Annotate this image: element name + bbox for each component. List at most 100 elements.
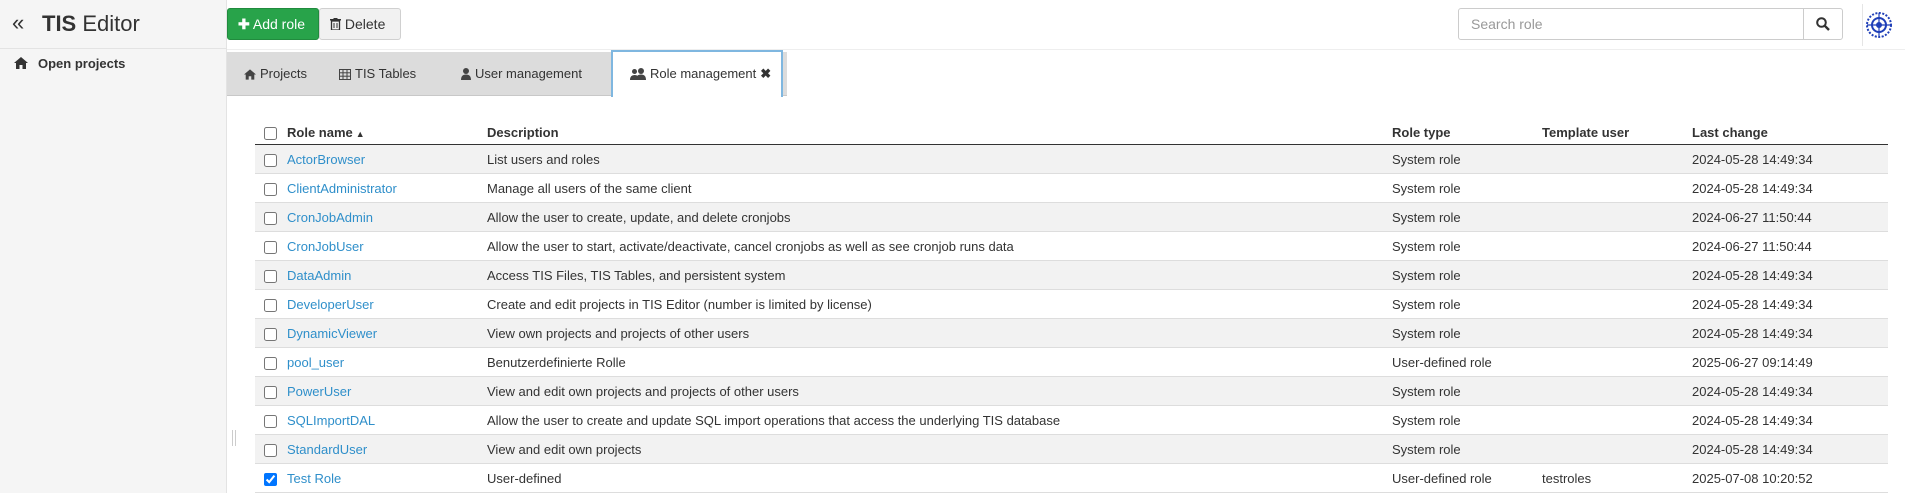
row-select-cell [255,289,284,319]
double-chevron-left-icon[interactable]: « [12,12,24,34]
add-role-button[interactable]: ✚ Add role [227,8,319,40]
close-icon[interactable]: ✖ [760,66,771,81]
description-cell: Manage all users of the same client [484,173,1389,203]
table-row[interactable]: CronJobAdmin Allow the user to create, up… [255,202,1888,232]
column-header-role-name[interactable]: Role name ▲ [284,121,484,145]
role-name-cell: PowerUser [284,376,484,406]
role-name-cell: ActorBrowser [284,144,484,174]
role-name-link[interactable]: StandardUser [287,442,367,457]
role-name-link[interactable]: PowerUser [287,384,351,399]
row-checkbox[interactable] [264,356,277,370]
row-select-cell [255,173,284,203]
last-change-cell: 2024-05-28 14:49:34 [1689,405,1888,435]
brand-header: « TIS Editor [0,0,227,49]
role-type-cell: System role [1389,144,1539,174]
row-checkbox[interactable] [264,385,277,399]
table-row[interactable]: ActorBrowser List users and roles System r… [255,144,1888,174]
role-name-link[interactable]: CronJobUser [287,239,364,254]
role-name-link[interactable]: ActorBrowser [287,152,365,167]
row-checkbox[interactable] [264,414,277,428]
tab-tis-tables[interactable]: TIS Tables [339,52,416,95]
row-select-cell [255,144,284,174]
panel-splitter[interactable] [232,430,236,446]
description-cell: Create and edit projects in TIS Editor (… [484,289,1389,319]
role-name-cell: DeveloperUser [284,289,484,319]
role-name-cell: pool_user [284,347,484,377]
tab-projects[interactable]: Projects [244,52,307,95]
row-checkbox[interactable] [264,443,277,457]
role-type-cell: System role [1389,289,1539,319]
template-user-cell [1539,144,1689,174]
table-row[interactable]: PowerUser View and edit own projects and … [255,376,1888,406]
row-checkbox[interactable] [264,182,277,196]
tab-label: TIS Tables [355,66,417,81]
role-type-cell: System role [1389,260,1539,290]
toolbar-divider [1862,4,1863,46]
row-checkbox[interactable] [264,153,277,167]
column-header-last-change[interactable]: Last change [1689,121,1888,145]
table-header-row: Role name ▲ Description Role type Templat… [255,121,1888,145]
column-label: Role name [287,125,353,140]
table-row[interactable]: SQLImportDAL Allow the user to create and… [255,405,1888,435]
company-logo-icon[interactable] [1865,11,1893,39]
role-name-link[interactable]: DataAdmin [287,268,351,283]
role-name-link[interactable]: Test Role [287,471,341,486]
last-change-cell: 2024-06-27 11:50:44 [1689,202,1888,232]
role-name-link[interactable]: DeveloperUser [287,297,374,312]
toolbar: ✚ Add role Delete [227,0,1905,50]
row-select-cell [255,405,284,435]
last-change-cell: 2024-05-28 14:49:34 [1689,434,1888,464]
table-row[interactable]: DeveloperUser Create and edit projects in… [255,289,1888,319]
search-button[interactable] [1803,8,1843,40]
table-row[interactable]: DynamicViewer View own projects and proje… [255,318,1888,348]
description-cell: View and edit own projects [484,434,1389,464]
table-row[interactable]: CronJobUser Allow the user to start, acti… [255,231,1888,261]
tab-role-management[interactable]: Role management ✖ [611,50,783,97]
role-name-cell: CronJobUser [284,231,484,261]
role-type-cell: System role [1389,202,1539,232]
select-all-checkbox[interactable] [264,127,277,141]
sort-ascending-icon: ▲ [355,129,365,139]
tab-bar: Projects TIS Tables User management Role… [227,49,1905,97]
row-checkbox[interactable] [264,240,277,254]
last-change-cell: 2024-05-28 14:49:34 [1689,289,1888,319]
column-header-description[interactable]: Description [484,121,1389,145]
description-cell: Access TIS Files, TIS Tables, and persis… [484,260,1389,290]
last-change-cell: 2024-05-28 14:49:34 [1689,144,1888,174]
sidebar-item-open-projects[interactable]: Open projects [14,56,125,71]
role-type-cell: System role [1389,231,1539,261]
column-header-template-user[interactable]: Template user [1539,121,1689,145]
tab-label: Projects [260,66,307,81]
table-row[interactable]: ClientAdministrator Manage all users of t… [255,173,1888,203]
column-header-role-type[interactable]: Role type [1389,121,1539,145]
sidebar-item-label: Open projects [38,56,126,71]
row-checkbox[interactable] [264,269,277,283]
row-checkbox[interactable] [264,327,277,341]
role-type-cell: User-defined role [1389,347,1539,377]
row-select-cell [255,318,284,348]
last-change-cell: 2024-05-28 14:49:34 [1689,260,1888,290]
table-row[interactable]: pool_user Benutzerdefinierte Rolle User-de… [255,347,1888,377]
description-cell: List users and roles [484,144,1389,174]
row-checkbox[interactable] [264,211,277,225]
tab-user-management[interactable]: User management [461,52,582,95]
row-checkbox[interactable] [264,472,277,486]
table-row[interactable]: StandardUser View and edit own projects Sy… [255,434,1888,464]
last-change-cell: 2024-05-28 14:49:34 [1689,173,1888,203]
user-icon [461,68,471,80]
delete-button[interactable]: Delete [319,8,401,40]
role-name-link[interactable]: pool_user [287,355,344,370]
role-name-link[interactable]: DynamicViewer [287,326,377,341]
search-input[interactable] [1458,8,1804,40]
role-name-link[interactable]: CronJobAdmin [287,210,373,225]
role-name-link[interactable]: ClientAdministrator [287,181,397,196]
role-name-link[interactable]: SQLImportDAL [287,413,375,428]
template-user-cell [1539,260,1689,290]
table-row[interactable]: DataAdmin Access TIS Files, TIS Tables, a… [255,260,1888,290]
last-change-cell: 2024-05-28 14:49:34 [1689,376,1888,406]
role-name-cell: DynamicViewer [284,318,484,348]
template-user-cell [1539,434,1689,464]
table-row[interactable]: Test Role User-defined User-defined role te… [255,463,1888,493]
role-name-cell: DataAdmin [284,260,484,290]
row-checkbox[interactable] [264,298,277,312]
